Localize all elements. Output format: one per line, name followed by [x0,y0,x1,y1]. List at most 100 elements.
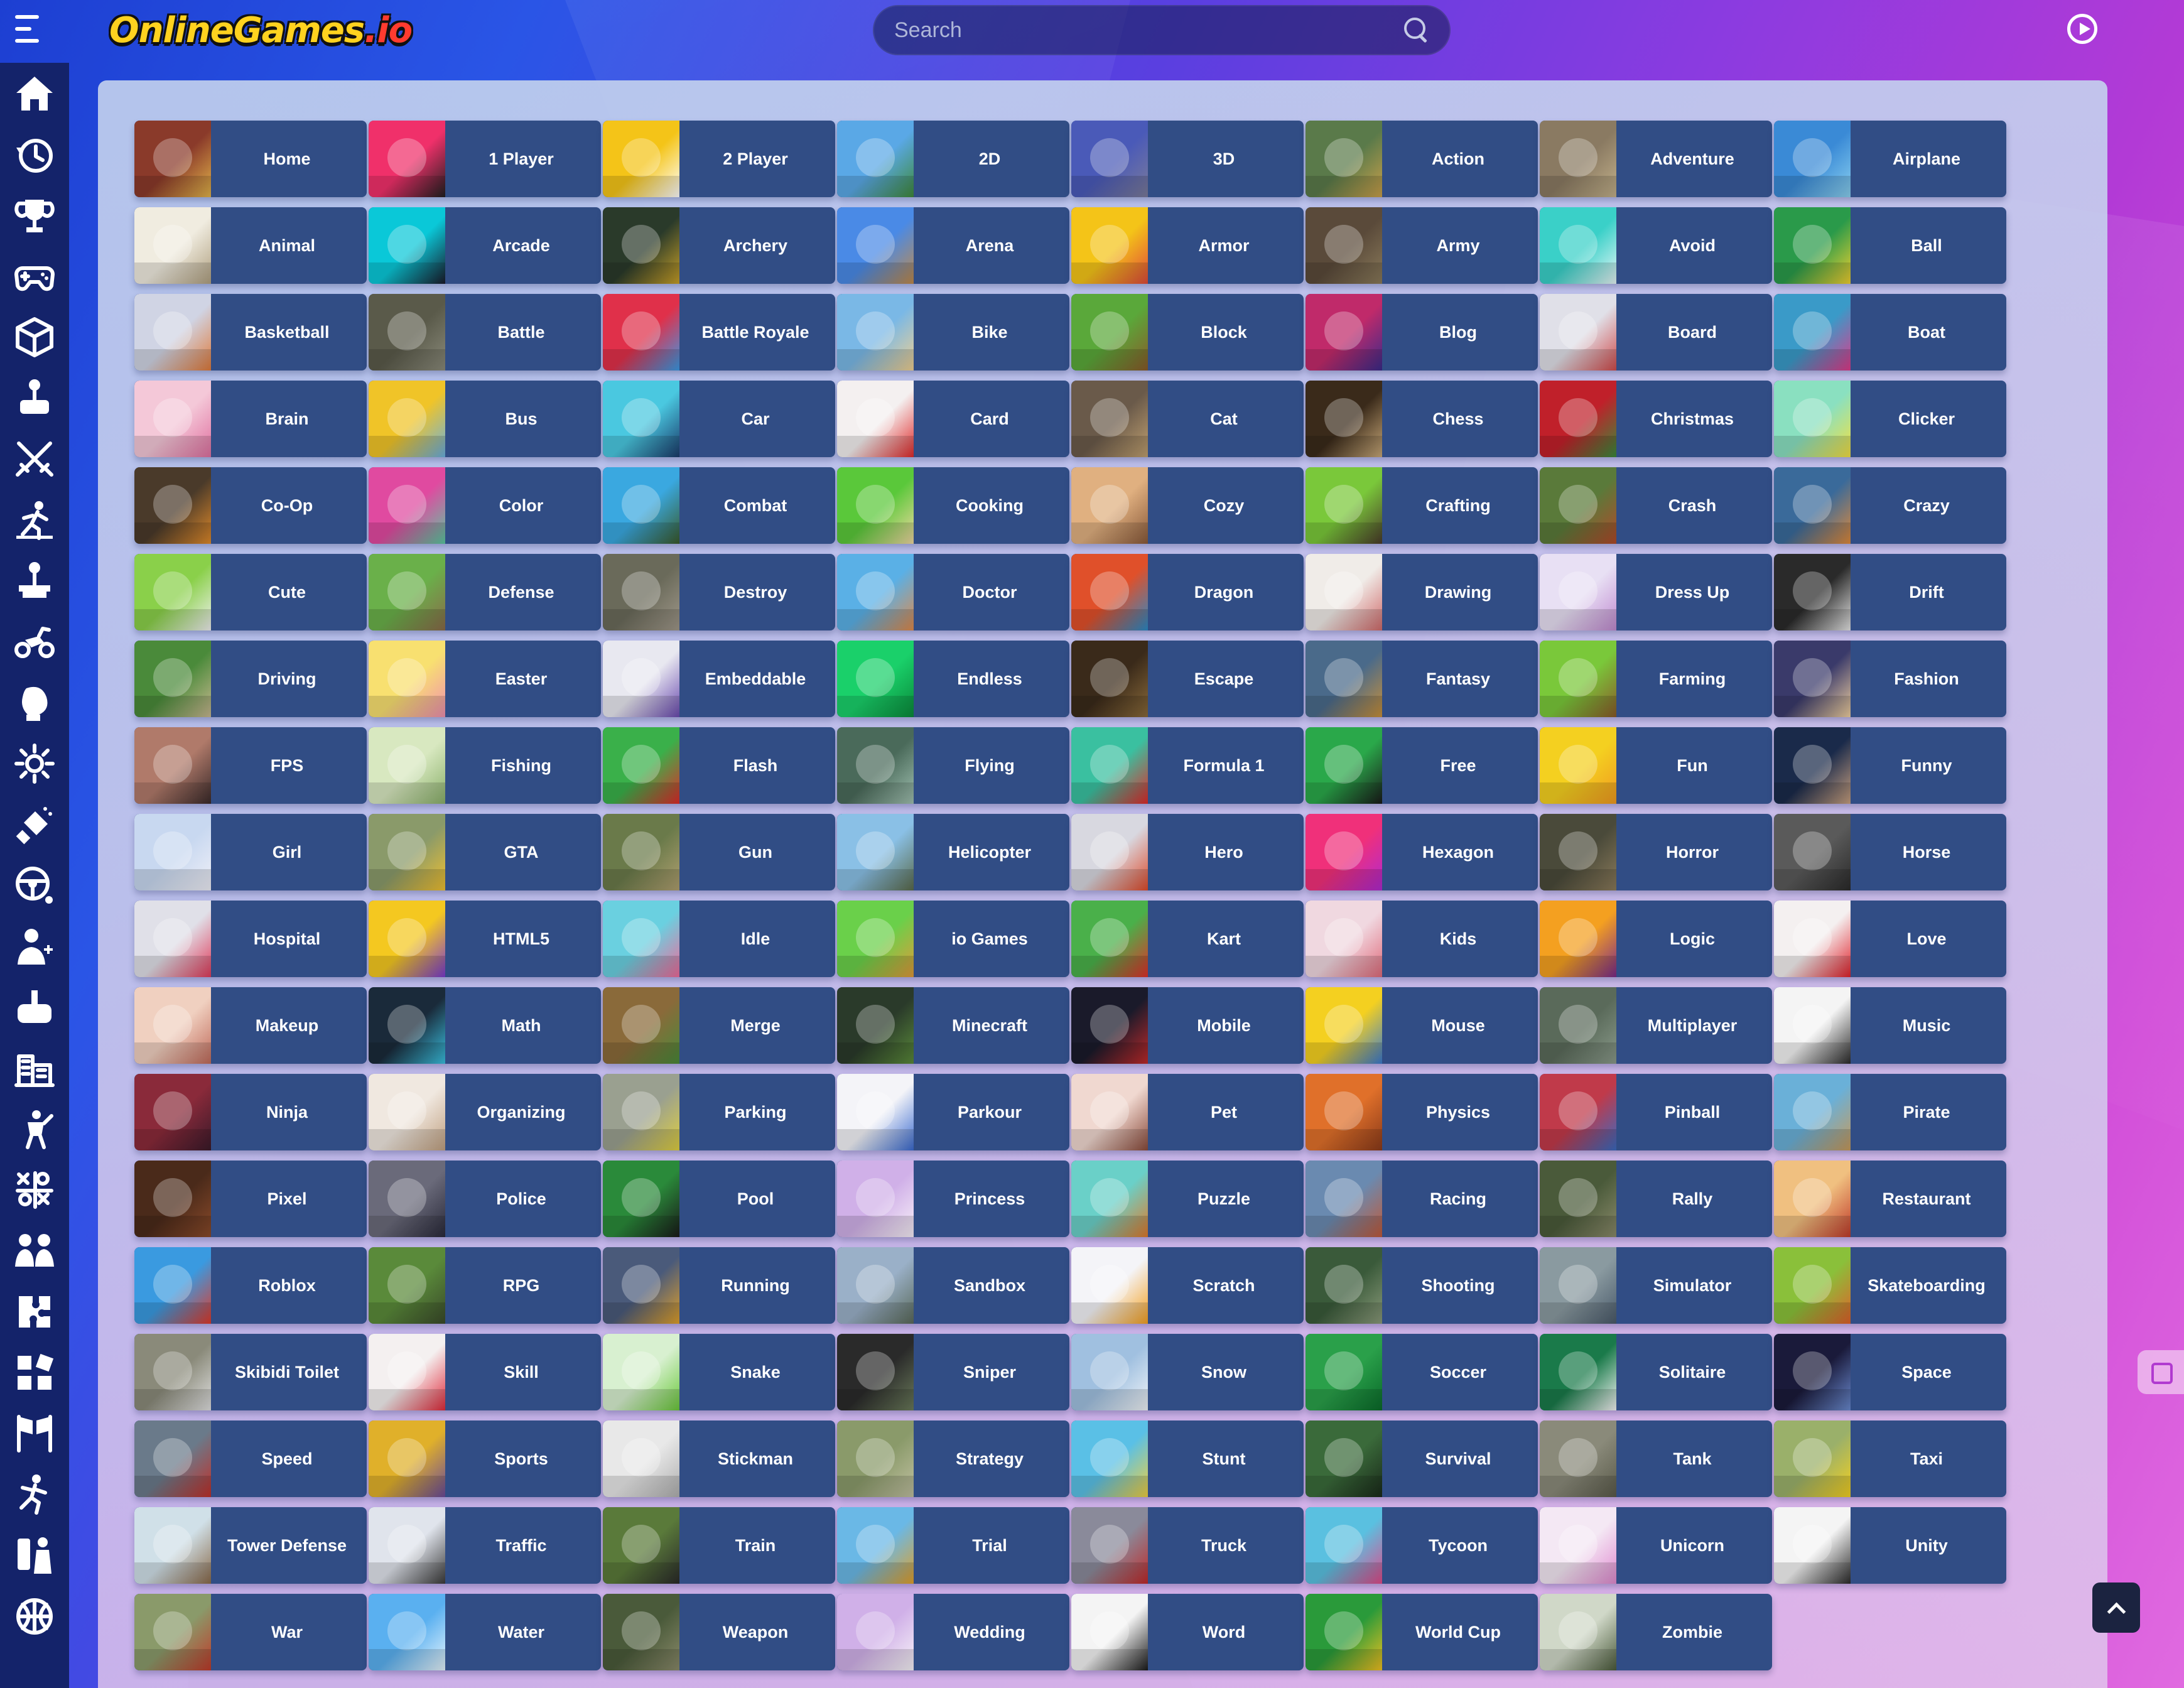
sidebar-item-trophy[interactable] [0,185,69,246]
category-tile-fashion[interactable]: Fashion [1774,641,2006,717]
category-tile-flying[interactable]: Flying [837,727,1069,804]
category-tile-idle[interactable]: Idle [603,901,835,977]
category-tile-pet[interactable]: Pet [1071,1074,1304,1150]
category-tile-cozy[interactable]: Cozy [1071,467,1304,544]
sidebar-item-fighter[interactable] [0,1098,69,1159]
category-tile-adventure[interactable]: Adventure [1540,121,1772,197]
category-tile-arena[interactable]: Arena [837,207,1069,284]
category-tile-home[interactable]: Home [134,121,367,197]
search-icon[interactable] [1402,16,1429,44]
category-tile-armor[interactable]: Armor [1071,207,1304,284]
sidebar-item-spray[interactable] [0,794,69,855]
category-tile-battle[interactable]: Battle [369,294,601,371]
category-tile-board[interactable]: Board [1540,294,1772,371]
sidebar-item-two-players[interactable] [0,1220,69,1281]
category-tile-dress-up[interactable]: Dress Up [1540,554,1772,630]
category-tile-rally[interactable]: Rally [1540,1160,1772,1237]
category-tile-shooting[interactable]: Shooting [1306,1247,1538,1324]
category-tile-farming[interactable]: Farming [1540,641,1772,717]
category-tile-defense[interactable]: Defense [369,554,601,630]
category-tile-arcade[interactable]: Arcade [369,207,601,284]
category-tile-kart[interactable]: Kart [1071,901,1304,977]
sidebar-item-arcade-stick[interactable] [0,550,69,611]
category-tile-weapon[interactable]: Weapon [603,1594,835,1670]
sidebar-item-gamepad[interactable] [0,246,69,306]
category-tile-soccer[interactable]: Soccer [1306,1334,1538,1410]
category-tile-fun[interactable]: Fun [1540,727,1772,804]
category-tile-skill[interactable]: Skill [369,1334,601,1410]
category-tile-escape[interactable]: Escape [1071,641,1304,717]
play-icon[interactable] [2067,14,2097,44]
category-tile-water[interactable]: Water [369,1594,601,1670]
category-tile-easter[interactable]: Easter [369,641,601,717]
feedback-tab-icon[interactable] [2138,1350,2184,1394]
category-tile-embeddable[interactable]: Embeddable [603,641,835,717]
category-tile-tycoon[interactable]: Tycoon [1306,1507,1538,1584]
category-tile-music[interactable]: Music [1774,987,2006,1064]
category-tile-minecraft[interactable]: Minecraft [837,987,1069,1064]
category-tile-wedding[interactable]: Wedding [837,1594,1069,1670]
category-tile-bus[interactable]: Bus [369,381,601,457]
category-tile-tank[interactable]: Tank [1540,1420,1772,1497]
category-tile-christmas[interactable]: Christmas [1540,381,1772,457]
category-tile-survival[interactable]: Survival [1306,1420,1538,1497]
sidebar-item-boxing-glove[interactable] [0,672,69,733]
sidebar-item-controller-plus[interactable] [0,977,69,1037]
category-tile-makeup[interactable]: Makeup [134,987,367,1064]
category-tile-cooking[interactable]: Cooking [837,467,1069,544]
category-tile-formula-1[interactable]: Formula 1 [1071,727,1304,804]
category-tile-pixel[interactable]: Pixel [134,1160,367,1237]
category-tile-trial[interactable]: Trial [837,1507,1069,1584]
category-tile-cat[interactable]: Cat [1071,381,1304,457]
category-tile-princess[interactable]: Princess [837,1160,1069,1237]
sidebar-item-history[interactable] [0,124,69,185]
category-tile-blog[interactable]: Blog [1306,294,1538,371]
category-tile-basketball[interactable]: Basketball [134,294,367,371]
category-tile-sports[interactable]: Sports [369,1420,601,1497]
category-tile-co-op[interactable]: Co-Op [134,467,367,544]
sidebar-item-puzzle[interactable] [0,1281,69,1342]
category-tile-truck[interactable]: Truck [1071,1507,1304,1584]
category-tile-helicopter[interactable]: Helicopter [837,814,1069,890]
category-tile-archery[interactable]: Archery [603,207,835,284]
category-tile-skibidi-toilet[interactable]: Skibidi Toilet [134,1334,367,1410]
category-tile-animal[interactable]: Animal [134,207,367,284]
category-tile-horse[interactable]: Horse [1774,814,2006,890]
scroll-to-top-button[interactable] [2092,1582,2140,1633]
category-tile-crash[interactable]: Crash [1540,467,1772,544]
category-tile-space[interactable]: Space [1774,1334,2006,1410]
category-tile-train[interactable]: Train [603,1507,835,1584]
category-tile-combat[interactable]: Combat [603,467,835,544]
category-tile-tower-defense[interactable]: Tower Defense [134,1507,367,1584]
sidebar-item-gear[interactable] [0,733,69,794]
category-tile-mobile[interactable]: Mobile [1071,987,1304,1064]
category-tile-police[interactable]: Police [369,1160,601,1237]
sidebar-item-dice[interactable] [0,306,69,367]
menu-icon[interactable] [15,15,46,43]
category-tile-color[interactable]: Color [369,467,601,544]
category-tile-fps[interactable]: FPS [134,727,367,804]
category-tile-2d[interactable]: 2D [837,121,1069,197]
category-tile-multiplayer[interactable]: Multiplayer [1540,987,1772,1064]
category-tile-running[interactable]: Running [603,1247,835,1324]
category-tile-racing[interactable]: Racing [1306,1160,1538,1237]
category-tile-simulator[interactable]: Simulator [1540,1247,1772,1324]
category-tile-boat[interactable]: Boat [1774,294,2006,371]
category-tile-chess[interactable]: Chess [1306,381,1538,457]
category-tile-2-player[interactable]: 2 Player [603,121,835,197]
category-tile-card[interactable]: Card [837,381,1069,457]
category-tile-horror[interactable]: Horror [1540,814,1772,890]
category-tile-action[interactable]: Action [1306,121,1538,197]
category-tile-doctor[interactable]: Doctor [837,554,1069,630]
site-logo[interactable]: OnlineGames .io [98,6,423,54]
category-tile-crazy[interactable]: Crazy [1774,467,2006,544]
category-tile-pinball[interactable]: Pinball [1540,1074,1772,1150]
category-tile-io-games[interactable]: io Games [837,901,1069,977]
category-tile-math[interactable]: Math [369,987,601,1064]
category-tile-flash[interactable]: Flash [603,727,835,804]
category-tile-traffic[interactable]: Traffic [369,1507,601,1584]
category-tile-unicorn[interactable]: Unicorn [1540,1507,1772,1584]
category-tile-love[interactable]: Love [1774,901,2006,977]
sidebar-item-joystick[interactable] [0,367,69,428]
sidebar-item-ball[interactable] [0,1586,69,1647]
